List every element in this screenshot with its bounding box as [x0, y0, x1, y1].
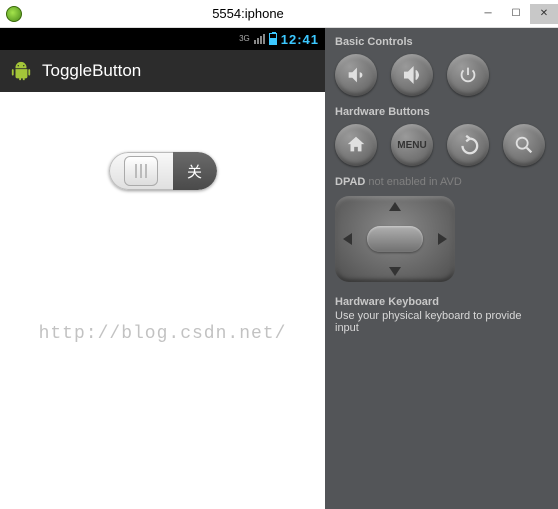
window-minimize-button[interactable]: ─: [474, 4, 502, 24]
window-maximize-button[interactable]: ☐: [502, 4, 530, 24]
window-title: 5554:iphone: [22, 6, 474, 21]
keyboard-note: Hardware Keyboard Use your physical keyb…: [335, 296, 548, 334]
window-titlebar: 5554:iphone ─ ☐ ✕: [0, 0, 558, 28]
toggle-knob: [124, 156, 158, 186]
search-button[interactable]: [503, 124, 545, 166]
android-robot-icon: [10, 60, 32, 82]
dpad-left-icon[interactable]: [343, 233, 352, 245]
toggle-button[interactable]: 关: [109, 152, 217, 190]
volume-up-button[interactable]: [391, 54, 433, 96]
volume-down-button[interactable]: [335, 54, 377, 96]
dpad-down-icon[interactable]: [389, 267, 401, 276]
keyboard-note-text: Use your physical keyboard to provide in…: [335, 310, 548, 334]
emulator-controls-panel: Basic Controls Hardware Buttons MENU DPA…: [325, 28, 558, 509]
keyboard-note-header: Hardware Keyboard: [335, 296, 548, 308]
power-button[interactable]: [447, 54, 489, 96]
app-action-bar: ToggleButton: [0, 50, 325, 92]
app-content: 关 http://blog.csdn.net/: [0, 92, 325, 509]
network-indicator: 3G: [239, 35, 250, 43]
watermark-text: http://blog.csdn.net/: [0, 324, 325, 344]
dpad-right-icon[interactable]: [438, 233, 447, 245]
dpad-status: DPAD not enabled in AVD: [335, 176, 548, 188]
home-button[interactable]: [335, 124, 377, 166]
hardware-buttons-header: Hardware Buttons: [335, 106, 548, 118]
emulator-app-icon: [6, 6, 22, 22]
window-close-button[interactable]: ✕: [530, 4, 558, 24]
basic-controls-header: Basic Controls: [335, 36, 548, 48]
signal-icon: [254, 34, 265, 44]
status-clock: 12:41: [281, 32, 319, 47]
device-screen: 3G 12:41 ToggleButton 关 http://blog.csdn…: [0, 28, 325, 509]
back-button[interactable]: [447, 124, 489, 166]
dpad-up-icon[interactable]: [389, 202, 401, 211]
battery-icon: [269, 33, 277, 45]
toggle-off-label: 关: [173, 152, 217, 190]
toggle-track-on: [109, 152, 173, 190]
android-status-bar: 3G 12:41: [0, 28, 325, 50]
app-title: ToggleButton: [42, 61, 141, 81]
dpad-control[interactable]: [335, 196, 455, 282]
menu-button[interactable]: MENU: [391, 124, 433, 166]
dpad-center-button[interactable]: [367, 226, 423, 252]
